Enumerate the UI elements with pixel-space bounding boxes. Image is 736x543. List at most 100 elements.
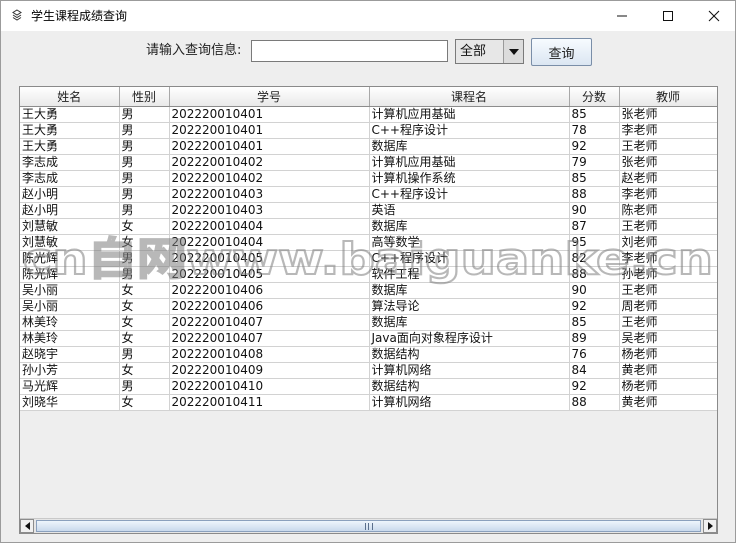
- table-row[interactable]: 李志成男 202220010402 计算机应用基础 79 张老师: [20, 154, 717, 171]
- close-button[interactable]: [691, 1, 736, 31]
- table-row[interactable]: 陈光辉男 202220010405 C++程序设计 82 李老师: [20, 250, 717, 267]
- search-input[interactable]: [251, 40, 448, 62]
- cell-score[interactable]: 90: [569, 282, 620, 299]
- cell-course[interactable]: 计算机网络: [369, 394, 570, 411]
- cell-student-id[interactable]: 202220010402: [169, 170, 370, 187]
- table-row[interactable]: 林美玲女 202220010407 数据库 85 王老师: [20, 314, 717, 331]
- cell-score[interactable]: 87: [569, 218, 620, 235]
- cell-teacher[interactable]: 杨老师: [619, 346, 717, 363]
- table-row[interactable]: 林美玲女 202220010407 Java面向对象程序设计 89 吴老师: [20, 330, 717, 347]
- cell-gender[interactable]: 女: [119, 282, 170, 299]
- cell-teacher[interactable]: 黄老师: [619, 394, 717, 411]
- cell-score[interactable]: 85: [569, 106, 620, 123]
- cell-teacher[interactable]: 刘老师: [619, 234, 717, 251]
- cell-score[interactable]: 88: [569, 266, 620, 283]
- table-row[interactable]: 李志成男 202220010402 计算机操作系统 85 赵老师: [20, 170, 717, 187]
- cell-gender[interactable]: 男: [119, 170, 170, 187]
- cell-gender[interactable]: 男: [119, 186, 170, 203]
- filter-dropdown-button[interactable]: [503, 40, 523, 63]
- cell-gender[interactable]: 男: [119, 202, 170, 219]
- scrollbar-thumb[interactable]: [36, 520, 701, 532]
- cell-score[interactable]: 95: [569, 234, 620, 251]
- table-row[interactable]: 刘慧敏女 202220010404 数据库 87 王老师: [20, 218, 717, 235]
- cell-score[interactable]: 84: [569, 362, 620, 379]
- cell-score[interactable]: 90: [569, 202, 620, 219]
- table-row[interactable]: 陈光辉男 202220010405 软件工程 88 孙老师: [20, 266, 717, 283]
- cell-gender[interactable]: 男: [119, 346, 170, 363]
- column-header-course[interactable]: 课程名: [369, 87, 570, 107]
- cell-score[interactable]: 85: [569, 170, 620, 187]
- cell-gender[interactable]: 男: [119, 266, 170, 283]
- cell-course[interactable]: 数据结构: [369, 346, 570, 363]
- title-bar[interactable]: 学生课程成绩查询: [1, 1, 735, 31]
- cell-teacher[interactable]: 王老师: [619, 314, 717, 331]
- cell-gender[interactable]: 女: [119, 314, 170, 331]
- cell-score[interactable]: 92: [569, 378, 620, 395]
- cell-name[interactable]: 孙小芳: [20, 362, 120, 379]
- query-button[interactable]: 查询: [531, 38, 592, 66]
- cell-student-id[interactable]: 202220010410: [169, 378, 370, 395]
- cell-name[interactable]: 刘晓华: [20, 394, 120, 411]
- cell-student-id[interactable]: 202220010402: [169, 154, 370, 171]
- table-row[interactable]: 赵小明男 202220010403 C++程序设计 88 李老师: [20, 186, 717, 203]
- table-row[interactable]: 吴小丽女 202220010406 数据库 90 王老师: [20, 282, 717, 299]
- cell-name[interactable]: 赵晓宇: [20, 346, 120, 363]
- results-table-panel[interactable]: 姓名 性别 学号 课程名 分数 教师 王大勇男 202220010401 计算机应用基础 85 张…: [19, 86, 718, 534]
- table-row[interactable]: 刘慧敏女 202220010404 高等数学 95 刘老师: [20, 234, 717, 251]
- column-header-teacher[interactable]: 教师: [619, 87, 717, 107]
- cell-course[interactable]: 数据库: [369, 218, 570, 235]
- cell-course[interactable]: 计算机应用基础: [369, 106, 570, 123]
- cell-gender[interactable]: 女: [119, 234, 170, 251]
- cell-gender[interactable]: 男: [119, 154, 170, 171]
- cell-name[interactable]: 林美玲: [20, 314, 120, 331]
- cell-gender[interactable]: 女: [119, 330, 170, 347]
- cell-name[interactable]: 李志成: [20, 154, 120, 171]
- cell-name[interactable]: 王大勇: [20, 122, 120, 139]
- cell-score[interactable]: 92: [569, 138, 620, 155]
- cell-teacher[interactable]: 李老师: [619, 250, 717, 267]
- cell-student-id[interactable]: 202220010403: [169, 186, 370, 203]
- table-row[interactable]: 孙小芳女 202220010409 计算机网络 84 黄老师: [20, 362, 717, 379]
- cell-course[interactable]: 高等数学: [369, 234, 570, 251]
- cell-student-id[interactable]: 202220010411: [169, 394, 370, 411]
- horizontal-scrollbar[interactable]: [20, 518, 717, 533]
- cell-score[interactable]: 89: [569, 330, 620, 347]
- cell-course[interactable]: 数据库: [369, 314, 570, 331]
- cell-course[interactable]: 数据结构: [369, 378, 570, 395]
- cell-teacher[interactable]: 王老师: [619, 138, 717, 155]
- scroll-left-button[interactable]: [20, 519, 34, 533]
- table-row[interactable]: 刘晓华女 202220010411 计算机网络 88 黄老师: [20, 394, 717, 411]
- cell-course[interactable]: 英语: [369, 202, 570, 219]
- cell-gender[interactable]: 男: [119, 250, 170, 267]
- cell-teacher[interactable]: 王老师: [619, 282, 717, 299]
- cell-gender[interactable]: 男: [119, 138, 170, 155]
- cell-course[interactable]: Java面向对象程序设计: [369, 330, 570, 347]
- cell-score[interactable]: 76: [569, 346, 620, 363]
- cell-name[interactable]: 陈光辉: [20, 266, 120, 283]
- cell-teacher[interactable]: 黄老师: [619, 362, 717, 379]
- cell-name[interactable]: 陈光辉: [20, 250, 120, 267]
- cell-student-id[interactable]: 202220010401: [169, 138, 370, 155]
- cell-course[interactable]: 软件工程: [369, 266, 570, 283]
- minimize-button[interactable]: [599, 1, 645, 31]
- cell-name[interactable]: 刘慧敏: [20, 218, 120, 235]
- table-row[interactable]: 赵小明男 202220010403 英语 90 陈老师: [20, 202, 717, 219]
- cell-course[interactable]: C++程序设计: [369, 186, 570, 203]
- cell-student-id[interactable]: 202220010409: [169, 362, 370, 379]
- cell-teacher[interactable]: 赵老师: [619, 170, 717, 187]
- cell-teacher[interactable]: 王老师: [619, 218, 717, 235]
- filter-select[interactable]: 全部: [455, 39, 524, 64]
- cell-gender[interactable]: 男: [119, 378, 170, 395]
- cell-course[interactable]: 数据库: [369, 138, 570, 155]
- cell-gender[interactable]: 男: [119, 106, 170, 123]
- column-header-student-id[interactable]: 学号: [169, 87, 370, 107]
- scroll-right-button[interactable]: [703, 519, 717, 533]
- cell-course[interactable]: 计算机应用基础: [369, 154, 570, 171]
- cell-teacher[interactable]: 孙老师: [619, 266, 717, 283]
- cell-name[interactable]: 赵小明: [20, 202, 120, 219]
- cell-gender[interactable]: 男: [119, 122, 170, 139]
- cell-course[interactable]: 计算机网络: [369, 362, 570, 379]
- cell-gender[interactable]: 女: [119, 394, 170, 411]
- cell-score[interactable]: 85: [569, 314, 620, 331]
- cell-student-id[interactable]: 202220010406: [169, 298, 370, 315]
